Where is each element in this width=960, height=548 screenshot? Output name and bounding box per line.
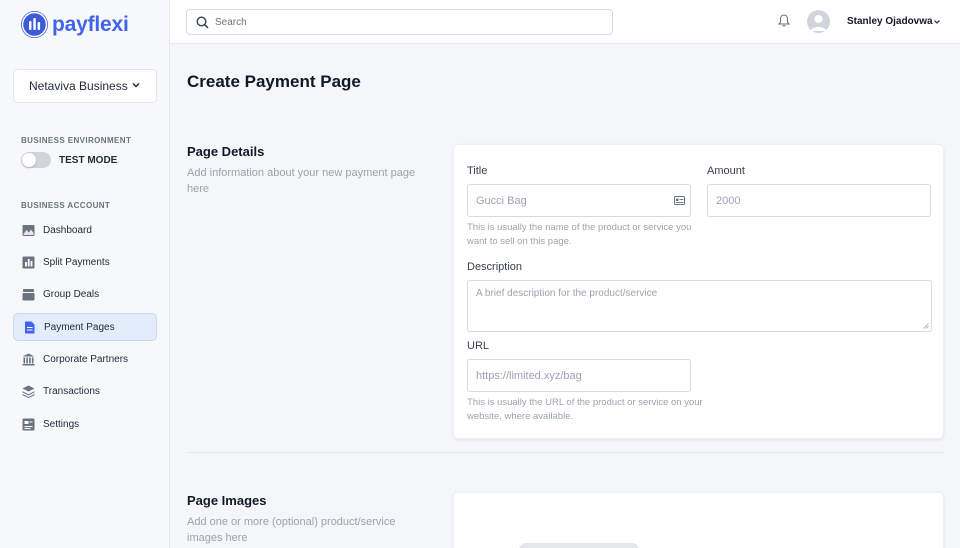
title-label: Title: [467, 165, 488, 177]
user-avatar-icon: [810, 15, 827, 31]
test-mode-row: TEST MODE: [21, 152, 117, 168]
url-field[interactable]: https://limited.xyz/bag: [467, 359, 691, 392]
id-card-icon: [674, 196, 685, 205]
amount-field[interactable]: 2000: [707, 184, 931, 217]
avatar[interactable]: [807, 10, 830, 33]
page-details-description: Add information about your new payment p…: [187, 167, 416, 195]
page-title: Create Payment Page: [187, 72, 361, 91]
top-bar: Search Stanley Ojadovwa: [170, 0, 960, 44]
page-images-title: Page Images: [187, 493, 267, 508]
search-placeholder: Search: [215, 16, 247, 28]
settings-panel-icon: [22, 418, 35, 431]
sidebar-item-payment-pages[interactable]: Payment Pages: [13, 313, 157, 342]
sidebar-item-label: Settings: [43, 418, 80, 430]
chevron-down-icon: [132, 82, 140, 88]
test-mode-label: TEST MODE: [59, 154, 118, 166]
sidebar-item-dashboard[interactable]: Dashboard: [13, 216, 157, 244]
description-label: Description: [467, 261, 523, 273]
bell-icon[interactable]: [778, 14, 790, 27]
payflexi-logo-icon: [21, 11, 48, 38]
sidebar-item-group-deals[interactable]: Group Deals: [13, 281, 157, 309]
page-details-title: Page Details: [187, 144, 265, 159]
title-placeholder: Gucci Bag: [476, 194, 527, 207]
sidebar-item-settings[interactable]: Settings: [13, 410, 157, 438]
description-placeholder: A brief description for the product/serv…: [476, 288, 658, 299]
description-field[interactable]: A brief description for the product/serv…: [467, 280, 932, 332]
amount-placeholder: 2000: [716, 194, 741, 207]
image-upload-button[interactable]: [519, 543, 639, 548]
user-name[interactable]: Stanley Ojadovwa: [847, 16, 933, 27]
business-environment-label: BUSINESS ENVIRONMENT: [21, 136, 132, 145]
chevron-down-icon[interactable]: [933, 18, 941, 26]
url-placeholder: https://limited.xyz/bag: [476, 369, 582, 382]
business-selector-label: Netaviva Business: [29, 79, 128, 93]
page-images-description: Add one or more (optional) product/servi…: [187, 516, 396, 544]
amount-label: Amount: [707, 165, 745, 177]
document-icon: [25, 321, 35, 334]
sidebar-nav: Dashboard Split Payments Group Deals Pay…: [13, 216, 157, 443]
page-details-card: Title Gucci Bag This is usually the name…: [453, 144, 944, 439]
bar-chart-icon: [22, 256, 35, 269]
sidebar-item-transactions[interactable]: Transactions: [13, 378, 157, 406]
search-input[interactable]: Search: [186, 9, 613, 35]
sidebar-item-label: Dashboard: [43, 224, 92, 236]
url-label: URL: [467, 340, 490, 352]
business-account-label: BUSINESS ACCOUNT: [21, 201, 111, 210]
sidebar: payflexi Netaviva Business BUSINESS ENVI…: [0, 0, 170, 548]
stack-icon: [22, 289, 35, 301]
sidebar-item-label: Group Deals: [43, 289, 100, 301]
section-divider: [187, 452, 944, 453]
brand-logo[interactable]: payflexi: [21, 11, 129, 38]
url-hint: This is usually the URL of the product o…: [467, 397, 703, 422]
business-selector[interactable]: Netaviva Business: [13, 69, 157, 103]
sidebar-item-label: Payment Pages: [44, 321, 115, 333]
title-field[interactable]: Gucci Bag: [467, 184, 691, 217]
brand-name: payflexi: [52, 12, 129, 36]
chart-image-icon: [22, 224, 35, 236]
title-hint: This is usually the name of the product …: [467, 222, 692, 247]
search-icon: [196, 15, 209, 29]
test-mode-toggle[interactable]: [21, 152, 51, 168]
sidebar-item-label: Corporate Partners: [43, 354, 129, 366]
layers-icon: [22, 385, 35, 399]
toggle-knob: [22, 153, 36, 167]
sidebar-item-split-payments[interactable]: Split Payments: [13, 248, 157, 276]
sidebar-item-label: Split Payments: [43, 256, 110, 268]
bank-icon: [22, 353, 35, 366]
sidebar-item-corporate-partners[interactable]: Corporate Partners: [13, 346, 157, 374]
page-images-card: [453, 492, 944, 548]
sidebar-item-label: Transactions: [43, 386, 100, 398]
resize-handle-icon[interactable]: [923, 323, 929, 329]
